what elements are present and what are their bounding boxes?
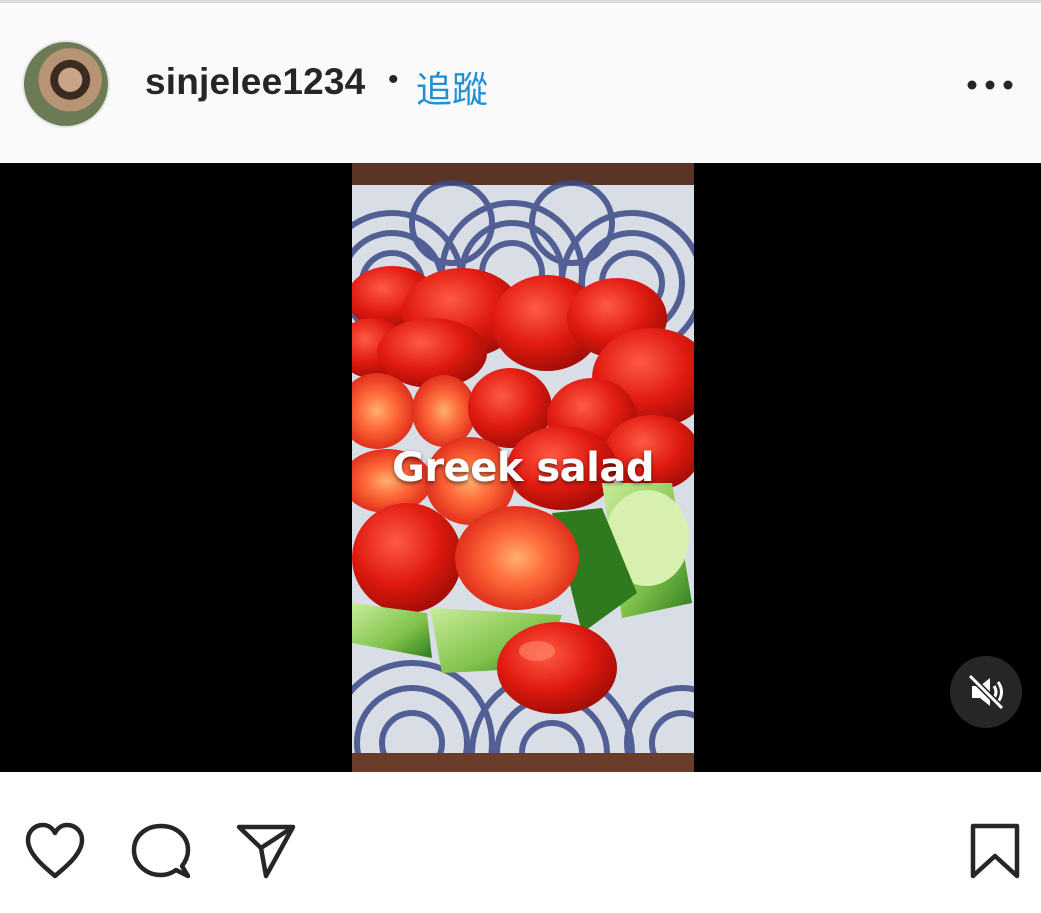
post-header: sinjelee1234 • 追蹤 <box>0 3 1041 163</box>
video-caption: Greek salad <box>392 445 654 491</box>
more-options-icon[interactable] <box>962 67 1018 103</box>
follow-button[interactable]: 追蹤 <box>416 61 488 113</box>
video-player[interactable]: Greek salad <box>352 163 694 772</box>
action-bar <box>0 772 1041 913</box>
heart-icon[interactable] <box>24 822 86 885</box>
avatar[interactable] <box>24 42 108 126</box>
send-icon[interactable] <box>235 822 297 885</box>
muted-speaker-icon[interactable] <box>950 656 1022 728</box>
post-media[interactable]: Greek salad <box>0 163 1041 772</box>
separator-dot: • <box>388 63 399 96</box>
comment-icon[interactable] <box>130 822 192 885</box>
bookmark-icon[interactable] <box>968 822 1022 885</box>
username[interactable]: sinjelee1234 <box>145 61 365 103</box>
